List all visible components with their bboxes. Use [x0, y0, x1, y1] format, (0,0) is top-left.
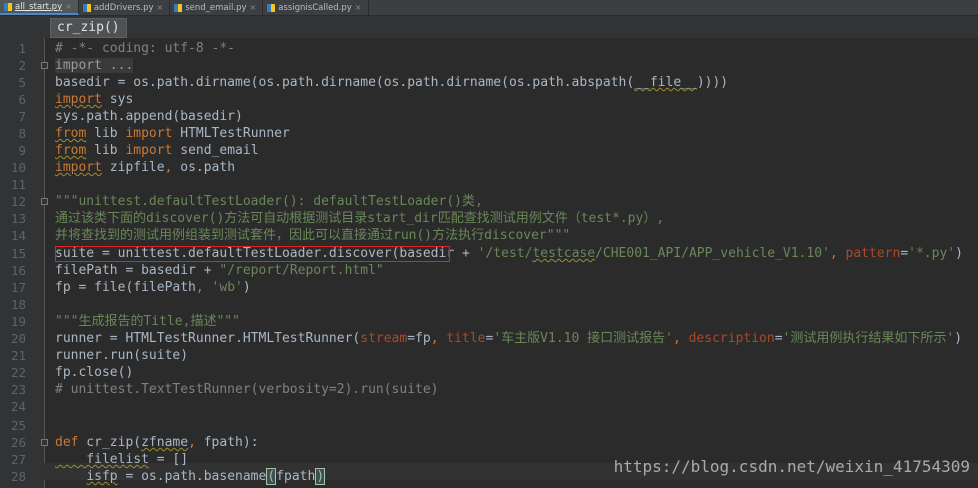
code-line-7: sys.path.append(basedir)	[55, 109, 243, 124]
code-line-14: 并将查找到的测试用例组装到测试套件，因此可以直接通过run()方法执行disco…	[55, 228, 571, 243]
code-line-9: from lib import send_email	[55, 143, 259, 158]
line-number: 1	[18, 41, 26, 56]
close-icon[interactable]: ×	[250, 3, 257, 12]
tab-all-start[interactable]: all_start.py ×	[0, 0, 79, 15]
line-number: 15	[10, 246, 26, 261]
line-number: 26	[10, 435, 26, 450]
line-number: 11	[10, 177, 26, 192]
code-line-20: runner = HTMLTestRunner.HTMLTestRunner(s…	[55, 331, 963, 346]
line-number: 2	[18, 58, 26, 73]
line-number: 18	[10, 297, 26, 312]
python-file-icon	[82, 3, 91, 12]
code-line-19: """生成报告的Title,描述"""	[55, 314, 240, 329]
line-number: 20	[10, 331, 26, 346]
tab-assignis-called[interactable]: assignisCalled.py ×	[263, 0, 369, 15]
editor-tab-bar: all_start.py × addDrivers.py × send_emai…	[0, 0, 978, 16]
code-line-23: # unittest.TextTestRunner(verbosity=2).r…	[55, 382, 439, 397]
line-number: 25	[10, 418, 26, 433]
line-number: 19	[10, 314, 26, 329]
code-line-1: # -*- coding: utf-8 -*-	[55, 41, 236, 56]
tab-label: addDrivers.py	[93, 2, 154, 13]
tab-send-email[interactable]: send_email.py ×	[170, 0, 264, 15]
line-number: 5	[18, 75, 26, 90]
line-number: 9	[18, 143, 26, 158]
code-line-10: import zipfile, os.path	[55, 160, 236, 175]
line-number: 27	[10, 452, 26, 467]
code-line-28: isfp = os.path.basename(fpath)	[86, 468, 326, 485]
close-icon[interactable]: ×	[157, 3, 164, 12]
close-icon[interactable]: ×	[355, 3, 362, 12]
close-icon[interactable]: ×	[65, 2, 72, 11]
code-line-16: filePath = basedir + "/report/Report.htm…	[55, 263, 384, 278]
breadcrumb[interactable]: cr_zip()	[50, 18, 127, 38]
line-number: 21	[10, 348, 26, 363]
line-number: 24	[10, 399, 26, 414]
python-file-icon	[174, 3, 183, 12]
line-number: 23	[10, 382, 26, 397]
breadcrumb-bar: cr_zip()	[0, 16, 978, 38]
tab-label: assignisCalled.py	[278, 2, 352, 13]
line-number: 17	[10, 280, 26, 295]
tab-add-drivers[interactable]: addDrivers.py ×	[79, 0, 171, 15]
code-line-6: import sys	[55, 92, 134, 107]
line-number: 12	[10, 194, 26, 209]
code-line-21: runner.run(suite)	[55, 348, 189, 363]
code-line-13: 通过该类下面的discover()方法可自动根据测试目录start_dir匹配查…	[55, 211, 665, 226]
code-line-12: """unittest.defaultTestLoader(): default…	[55, 194, 483, 209]
code-line-26: def cr_zip(zfname, fpath):	[55, 435, 259, 450]
line-number: 16	[10, 263, 26, 278]
line-number: 10	[10, 160, 26, 175]
line-number: 22	[10, 365, 26, 380]
code-editor[interactable]: # -*- coding: utf-8 -*- import ... based…	[44, 38, 978, 488]
line-number: 6	[18, 92, 26, 107]
python-file-icon	[4, 2, 12, 11]
watermark: https://blog.csdn.net/weixin_41754309	[613, 457, 970, 476]
line-number-gutter: 1 2 5 6 7 8 9 10 11 12 13 14 15 16 17 18 19 20 21 22 23 24 25 2…	[0, 38, 48, 488]
line-number: 13	[10, 211, 26, 226]
code-line-17: fp = file(filePath, 'wb')	[55, 280, 251, 295]
tab-label: all_start.py	[15, 1, 63, 12]
highlight-box	[55, 246, 450, 262]
folded-imports: import ...	[55, 58, 134, 73]
tab-label: send_email.py	[185, 2, 247, 13]
line-number: 8	[18, 126, 26, 141]
code-line-22: fp.close()	[55, 365, 134, 380]
code-line-2: import ...	[55, 57, 134, 74]
line-number: 28	[10, 469, 26, 484]
line-number: 14	[10, 228, 26, 243]
code-line-5: basedir = os.path.dirname(os.path.dirnam…	[55, 75, 729, 90]
python-file-icon	[267, 3, 276, 12]
line-number: 7	[18, 109, 26, 124]
code-line-8: from lib import HTMLTestRunner	[55, 126, 290, 141]
code-line-27: filelist = []	[55, 452, 189, 467]
